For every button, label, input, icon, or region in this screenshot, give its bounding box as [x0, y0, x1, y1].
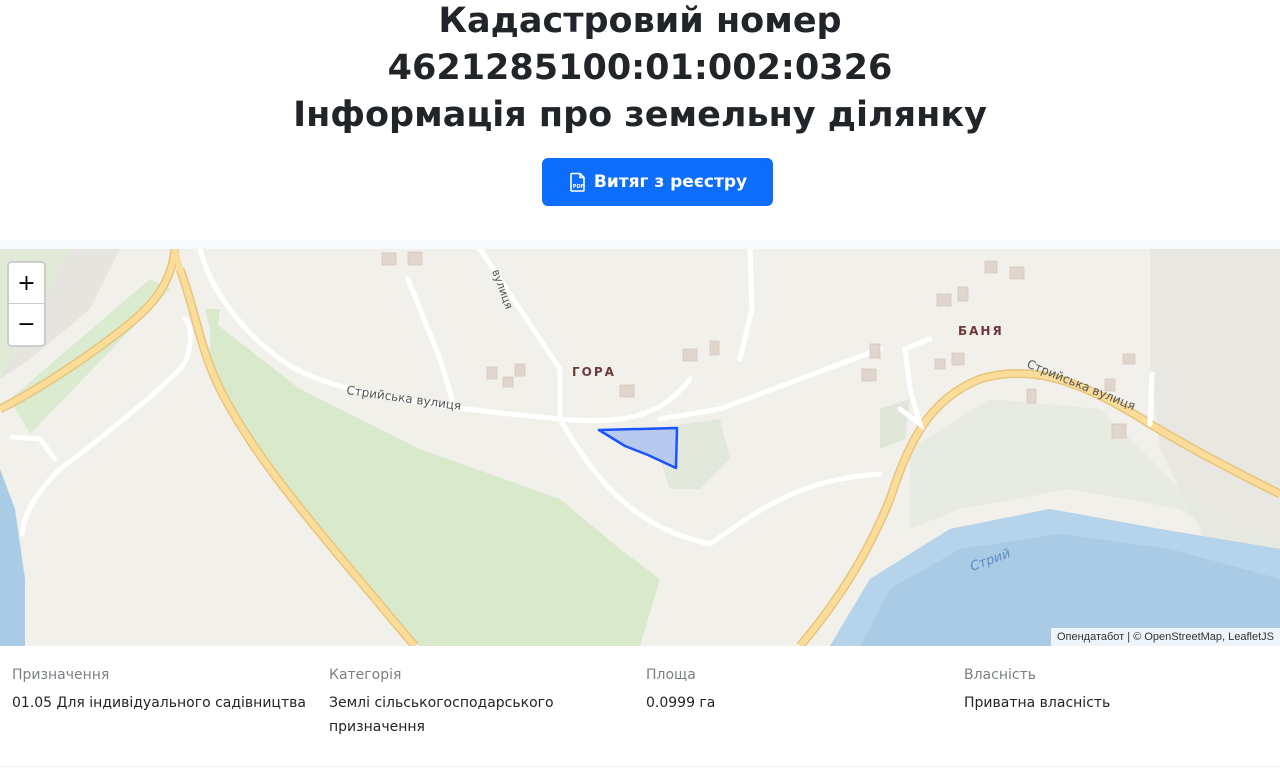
- category-label: Категорія: [329, 667, 402, 683]
- map-attribution: Опендатабот | © OpenStreetMap, LeafletJS: [1050, 628, 1280, 646]
- page-subtitle: Інформація про земельну ділянку: [293, 95, 987, 135]
- parcel-map[interactable]: ГОРА БАНЯ Стрийська вулиця Стрийська вул…: [0, 249, 1280, 646]
- cadastral-number: 4621285100:01:002:0326: [387, 48, 893, 88]
- zoom-control: + −: [7, 261, 46, 347]
- pdf-file-icon: PDF: [568, 172, 588, 192]
- registry-extract-button[interactable]: PDF Витяг з реєстру: [542, 158, 773, 206]
- ownership-value: Приватна власність: [964, 695, 1111, 711]
- page-title-label: Кадастровий номер: [438, 1, 842, 41]
- map-tiles: ГОРА БАНЯ Стрийська вулиця Стрийська вул…: [0, 249, 1280, 646]
- zoom-out-button[interactable]: −: [9, 304, 44, 345]
- zoom-in-button[interactable]: +: [9, 263, 44, 304]
- category-field: Категорія Землі сільськогосподарського п…: [329, 666, 629, 739]
- attribution-opendatabot-link[interactable]: Опендатабот: [1057, 631, 1124, 643]
- area-label: Площа: [646, 667, 696, 683]
- svg-text:PDF: PDF: [573, 184, 584, 190]
- registry-extract-label: Витяг з реєстру: [593, 172, 748, 192]
- category-value-line2: призначення: [329, 719, 425, 735]
- ownership-label: Власність: [964, 667, 1036, 683]
- place-label-gora: ГОРА: [572, 365, 616, 379]
- area-value: 0.0999 га: [646, 695, 716, 711]
- purpose-field: Призначення 01.05 Для індивідуального са…: [12, 666, 312, 715]
- attribution-separator: |: [1127, 631, 1131, 643]
- bottom-divider: [0, 766, 1280, 767]
- area-field: Площа 0.0999 га: [646, 666, 946, 715]
- purpose-value: 01.05 Для індивідуального садівництва: [12, 695, 306, 711]
- attribution-osm-link[interactable]: © OpenStreetMap, LeafletJS: [1133, 631, 1274, 643]
- page-header: Кадастровий номер 4621285100:01:002:0326…: [0, 0, 1280, 139]
- category-value: Землі сільськогосподарського призначення: [329, 691, 629, 739]
- category-value-line1: Землі сільськогосподарського: [329, 695, 554, 711]
- place-label-banya: БАНЯ: [958, 324, 1004, 338]
- purpose-label: Призначення: [12, 667, 110, 683]
- parcel-info: Призначення 01.05 Для індивідуального са…: [0, 646, 1280, 769]
- ownership-field: Власність Приватна власність: [964, 666, 1264, 715]
